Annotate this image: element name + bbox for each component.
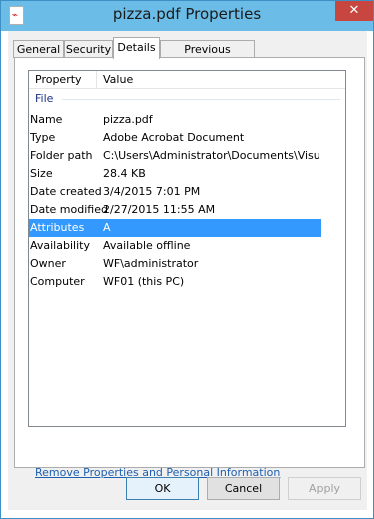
window-title: pizza.pdf Properties [112, 5, 262, 23]
property-name: Attributes [30, 221, 85, 234]
list-item[interactable]: Type Adobe Acrobat Document [29, 129, 321, 147]
list-header: Property Value [29, 71, 345, 89]
property-name: Size [30, 167, 53, 180]
list-item[interactable]: Size 28.4 KB [29, 165, 321, 183]
property-value: WF\administrator [103, 257, 199, 270]
property-value: pizza.pdf [103, 113, 153, 126]
property-name: Owner [30, 257, 66, 270]
cancel-button[interactable]: Cancel [207, 477, 280, 500]
property-value: 3/4/2015 7:01 PM [103, 185, 201, 198]
list-item[interactable]: Date modified 2/27/2015 11:55 AM [29, 201, 321, 219]
list-item[interactable]: Folder path C:\Users\Administrator\Docum… [29, 147, 321, 165]
tab-details[interactable]: Details [113, 37, 160, 59]
list-item[interactable]: Availability Available offline [29, 237, 321, 255]
list-item[interactable]: Owner WF\administrator [29, 255, 321, 273]
property-name: Computer [30, 275, 85, 288]
property-name: Date created [30, 185, 102, 198]
property-value: 28.4 KB [103, 167, 146, 180]
property-name: Type [30, 131, 56, 144]
column-divider[interactable] [96, 71, 97, 88]
property-value: Available offline [103, 239, 191, 252]
list-item-selected[interactable]: Attributes A [29, 219, 321, 237]
properties-window: ⌁ pizza.pdf Properties ✕ General Securit… [0, 0, 374, 519]
tab-general[interactable]: General [13, 40, 64, 58]
list-item[interactable]: Name pizza.pdf [29, 111, 321, 129]
close-button[interactable]: ✕ [335, 1, 373, 21]
property-value: WF01 (this PC) [103, 275, 185, 288]
list-item[interactable]: Date created 3/4/2015 7:01 PM [29, 183, 321, 201]
properties-list[interactable]: Property Value File Name pizza.pdf Type … [28, 70, 346, 427]
title-bar[interactable]: ⌁ pizza.pdf Properties ✕ [1, 1, 373, 31]
column-header-property[interactable]: Property [35, 73, 82, 86]
property-value: A [103, 221, 111, 234]
property-name: Folder path [30, 149, 93, 162]
property-value: 2/27/2015 11:55 AM [103, 203, 216, 216]
details-tab-panel: Property Value File Name pizza.pdf Type … [14, 57, 365, 479]
column-header-value[interactable]: Value [103, 73, 133, 86]
group-header-file[interactable]: File [35, 92, 53, 105]
property-value: Adobe Acrobat Document [103, 131, 245, 144]
apply-button[interactable]: Apply [288, 477, 361, 500]
list-item[interactable]: Computer WF01 (this PC) [29, 273, 321, 291]
property-name: Availability [30, 239, 90, 252]
tab-security[interactable]: Security [64, 40, 113, 58]
property-value: C:\Users\Administrator\Documents\Visual … [103, 149, 319, 162]
dialog-client: General Security Details Previous Versio… [8, 31, 367, 510]
property-name: Date modified [30, 203, 108, 216]
property-name: Name [30, 113, 63, 126]
ok-button[interactable]: OK [126, 477, 199, 500]
group-divider [62, 99, 340, 100]
tab-previous-versions[interactable]: Previous Versions [160, 40, 255, 73]
